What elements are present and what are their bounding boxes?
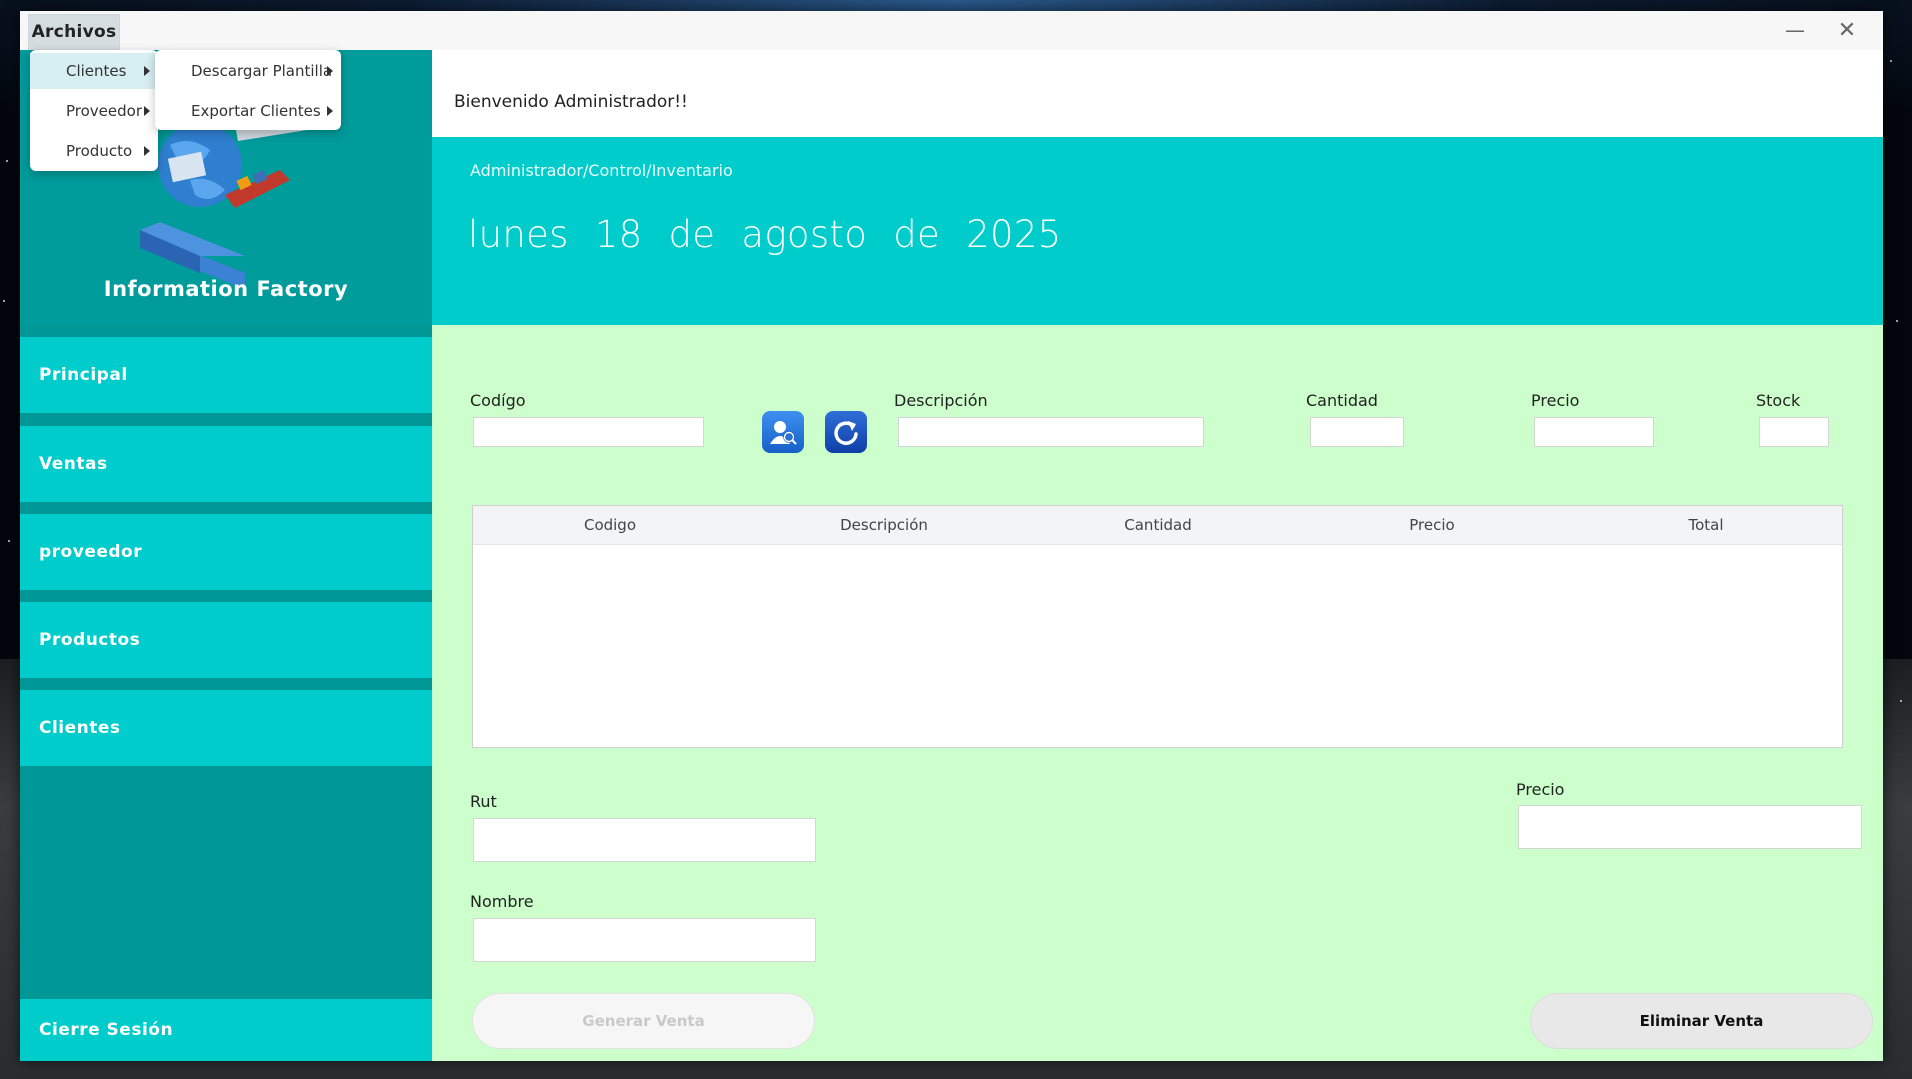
- submenu-arrow-icon: [144, 146, 150, 156]
- archivos-dropdown: Clientes Proveedor Producto: [30, 50, 158, 171]
- star: [1890, 60, 1892, 62]
- menu-archivos[interactable]: Archivos: [28, 14, 120, 50]
- stock-input[interactable]: [1759, 417, 1829, 447]
- sales-table[interactable]: Codigo Descripción Cantidad Precio Total: [472, 505, 1843, 748]
- title-bar: Archivos — ✕: [20, 11, 1883, 50]
- precio-input[interactable]: [1534, 417, 1654, 447]
- total-precio-input[interactable]: [1518, 805, 1862, 849]
- welcome-text: Bienvenido Administrador!!: [454, 92, 688, 112]
- app-window: Archivos — ✕ Information Factory Princip…: [20, 11, 1883, 1061]
- sidebar-item-principal[interactable]: Principal: [20, 337, 432, 413]
- minimize-icon[interactable]: —: [1780, 17, 1810, 43]
- submenu-arrow-icon: [327, 106, 333, 116]
- menu-item-descargar-plantilla-label: Descargar Plantilla: [191, 62, 333, 80]
- generate-sale-button[interactable]: Generar Venta: [472, 993, 815, 1049]
- column-header-descripcion[interactable]: Descripción: [747, 506, 1021, 544]
- table-header: Codigo Descripción Cantidad Precio Total: [473, 506, 1842, 545]
- close-icon[interactable]: ✕: [1832, 17, 1862, 43]
- star: [8, 540, 10, 542]
- codigo-input[interactable]: [473, 417, 704, 447]
- menu-item-exportar-clientes[interactable]: Exportar Clientes: [155, 93, 341, 129]
- welcome-bar: Bienvenido Administrador!!: [432, 50, 1883, 137]
- main-panel: Bienvenido Administrador!! Administrador…: [432, 50, 1883, 1061]
- column-header-cantidad[interactable]: Cantidad: [1021, 506, 1295, 544]
- precio-label: Precio: [1531, 391, 1580, 410]
- current-date: lunes 18 de agosto de 2025: [468, 213, 1062, 256]
- star: [1900, 700, 1902, 702]
- sidebar-item-clientes[interactable]: Clientes: [20, 690, 432, 766]
- total-precio-label: Precio: [1516, 780, 1565, 799]
- clientes-submenu: Descargar Plantilla Exportar Clientes: [155, 50, 341, 130]
- star: [6, 160, 8, 162]
- menu-item-exportar-clientes-label: Exportar Clientes: [191, 102, 321, 120]
- menu-item-producto[interactable]: Producto: [30, 133, 158, 169]
- column-header-total[interactable]: Total: [1569, 506, 1843, 544]
- brand-title: Information Factory: [103, 277, 349, 301]
- submenu-arrow-icon: [144, 106, 150, 116]
- sidebar-item-ventas[interactable]: Ventas: [20, 426, 432, 502]
- refresh-icon[interactable]: [825, 411, 867, 453]
- sidebar-item-proveedor[interactable]: proveedor: [20, 514, 432, 590]
- submenu-arrow-icon: [144, 66, 150, 76]
- submenu-arrow-icon: [327, 66, 333, 76]
- logout-button[interactable]: Cierre Sesión: [20, 999, 432, 1061]
- nombre-label: Nombre: [470, 892, 534, 911]
- codigo-label: Codígo: [470, 391, 526, 410]
- menu-item-clientes-label: Clientes: [66, 62, 127, 80]
- sidebar-item-productos[interactable]: Productos: [20, 602, 432, 678]
- column-header-precio[interactable]: Precio: [1295, 506, 1569, 544]
- stock-label: Stock: [1756, 391, 1801, 410]
- page-header: Administrador/Control/Inventario lunes 1…: [432, 137, 1883, 325]
- nombre-input[interactable]: [473, 918, 816, 962]
- user-search-icon[interactable]: [762, 411, 804, 453]
- menu-item-descargar-plantilla[interactable]: Descargar Plantilla: [155, 53, 341, 89]
- menu-item-proveedor[interactable]: Proveedor: [30, 93, 158, 129]
- cantidad-input[interactable]: [1310, 417, 1404, 447]
- rut-input[interactable]: [473, 818, 816, 862]
- menu-item-proveedor-label: Proveedor: [66, 102, 142, 120]
- breadcrumb: Administrador/Control/Inventario: [470, 161, 733, 180]
- menu-item-producto-label: Producto: [66, 142, 133, 160]
- star: [3, 300, 5, 302]
- star: [1896, 320, 1898, 322]
- descripcion-input[interactable]: [898, 417, 1204, 447]
- rut-label: Rut: [470, 792, 497, 811]
- column-header-codigo[interactable]: Codigo: [473, 506, 747, 544]
- descripcion-label: Descripción: [894, 391, 988, 410]
- delete-sale-button[interactable]: Eliminar Venta: [1530, 993, 1873, 1049]
- logistics-illustration-icon: [140, 121, 313, 289]
- cantidad-label: Cantidad: [1306, 391, 1378, 410]
- menu-item-clientes[interactable]: Clientes: [30, 53, 158, 89]
- sidebar: Information Factory Principal Ventas pro…: [20, 50, 432, 1061]
